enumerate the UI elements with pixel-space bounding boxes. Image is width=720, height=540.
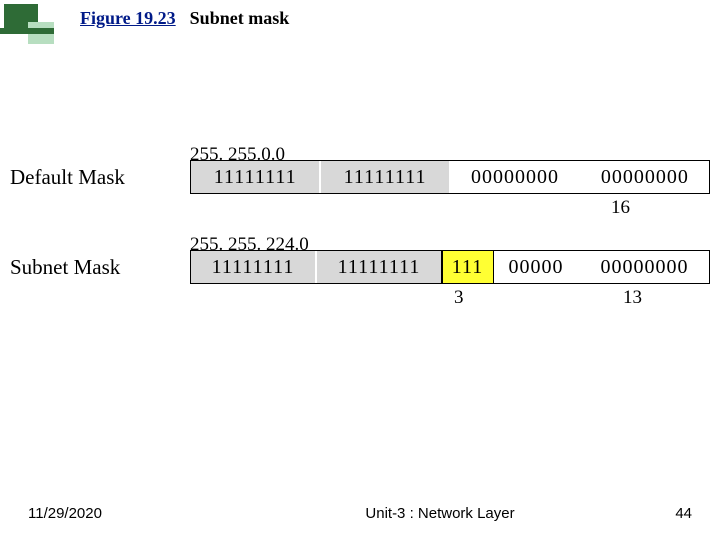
footer-page-number: 44 bbox=[632, 505, 692, 522]
subnet-mask-label: Subnet Mask bbox=[10, 250, 190, 284]
figure-body: 255. 255.0.0 Default Mask 11111111 11111… bbox=[10, 160, 710, 340]
footer-date: 11/29/2020 bbox=[28, 505, 248, 522]
figure-title: Subnet mask bbox=[190, 8, 290, 29]
octet: 11111111 bbox=[321, 161, 449, 193]
subnet-mask-dotted: 255. 255. 224.0 bbox=[190, 234, 309, 256]
default-mask-annotation: 16 bbox=[10, 194, 710, 216]
octet: 00000000 bbox=[581, 161, 709, 193]
default-mask-group: 255. 255.0.0 Default Mask 11111111 11111… bbox=[10, 160, 710, 216]
octet: 11111111 bbox=[317, 251, 441, 283]
decorative-corner-motif bbox=[0, 0, 80, 60]
default-mask-label: Default Mask bbox=[10, 160, 190, 194]
octet: 00000000 bbox=[580, 251, 709, 283]
subnet-mask-annotation: 3 13 bbox=[10, 284, 710, 306]
footer-unit: Unit-3 : Network Layer bbox=[248, 505, 632, 522]
default-mask-dotted: 255. 255.0.0 bbox=[190, 144, 285, 166]
subnet-bits-count: 3 bbox=[454, 287, 464, 309]
host-bits-count: 16 bbox=[611, 197, 630, 219]
subnet-bits-cell: 111 bbox=[443, 251, 493, 283]
figure-header: Figure 19.23 Subnet mask bbox=[80, 8, 289, 29]
figure-number: Figure 19.23 bbox=[80, 8, 176, 29]
host-bits-cell: 00000 bbox=[494, 251, 578, 283]
subnet-mask-group: 255. 255. 224.0 Subnet Mask 11111111 111… bbox=[10, 250, 710, 306]
host-bits-count: 13 bbox=[623, 287, 642, 309]
octet: 00000000 bbox=[451, 161, 579, 193]
slide-footer: 11/29/2020 Unit-3 : Network Layer 44 bbox=[0, 505, 720, 522]
